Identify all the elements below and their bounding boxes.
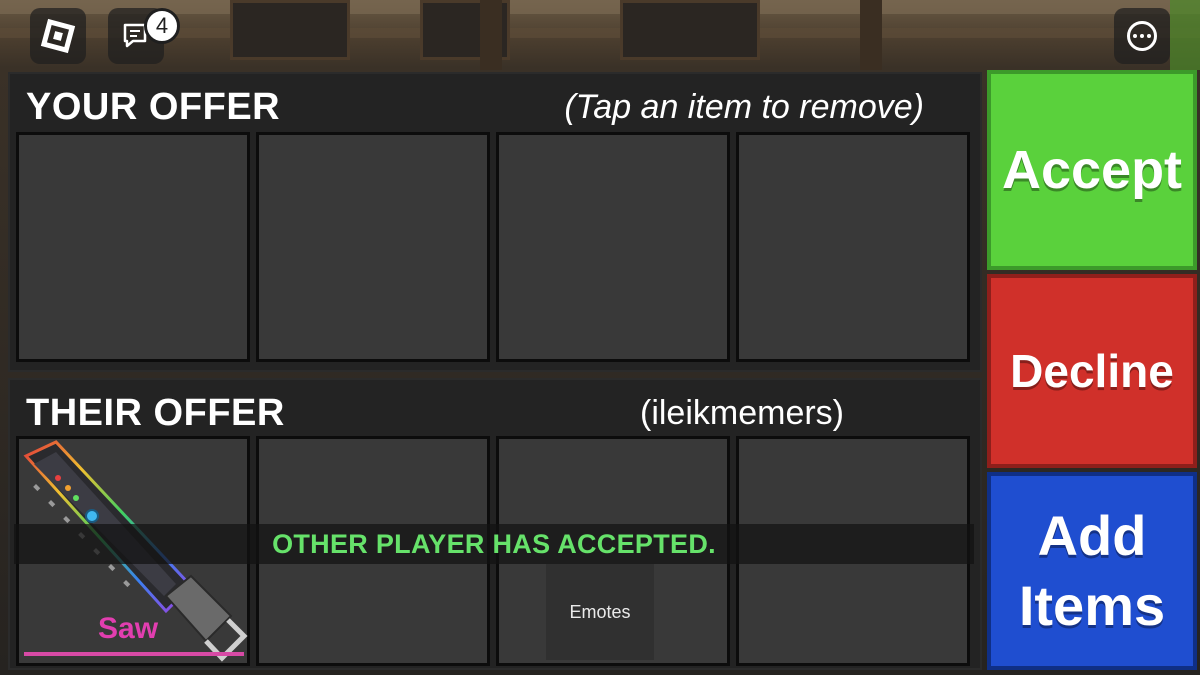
emotes-button[interactable]: Emotes <box>546 564 654 660</box>
your-offer-slot-2[interactable] <box>256 132 490 362</box>
background-window <box>230 0 350 60</box>
chat-unread-badge: 4 <box>144 8 180 44</box>
background-post <box>860 0 882 70</box>
background-window <box>620 0 760 60</box>
more-options-button[interactable] <box>1114 8 1170 64</box>
accept-button[interactable]: Accept <box>987 70 1197 270</box>
background-post <box>480 0 502 70</box>
their-offer-title: THEIR OFFER <box>26 392 285 434</box>
item-name-label: Saw <box>98 612 159 645</box>
add-items-label-line2: Items <box>1018 574 1166 637</box>
add-items-label-line1: Add <box>1037 504 1147 567</box>
background-foliage <box>1170 0 1200 70</box>
roblox-logo-icon <box>40 18 76 54</box>
your-offer-title: YOUR OFFER <box>26 86 281 128</box>
their-offer-username: (ileikmemers) <box>640 394 844 432</box>
background-beam <box>0 28 1200 38</box>
your-offer-slot-4[interactable] <box>736 132 970 362</box>
decline-button[interactable]: Decline <box>987 274 1197 468</box>
add-items-button[interactable]: Add Items <box>987 472 1197 670</box>
trade-status-message: OTHER PLAYER HAS ACCEPTED. <box>14 524 974 564</box>
your-offer-slot-3[interactable] <box>496 132 730 362</box>
your-offer-hint: (Tap an item to remove) <box>564 88 924 126</box>
more-options-icon <box>1127 21 1157 51</box>
item-rarity-bar <box>24 652 244 656</box>
your-offer-slot-1[interactable] <box>16 132 250 362</box>
background-beam <box>0 0 1200 14</box>
roblox-menu-button[interactable] <box>30 8 86 64</box>
